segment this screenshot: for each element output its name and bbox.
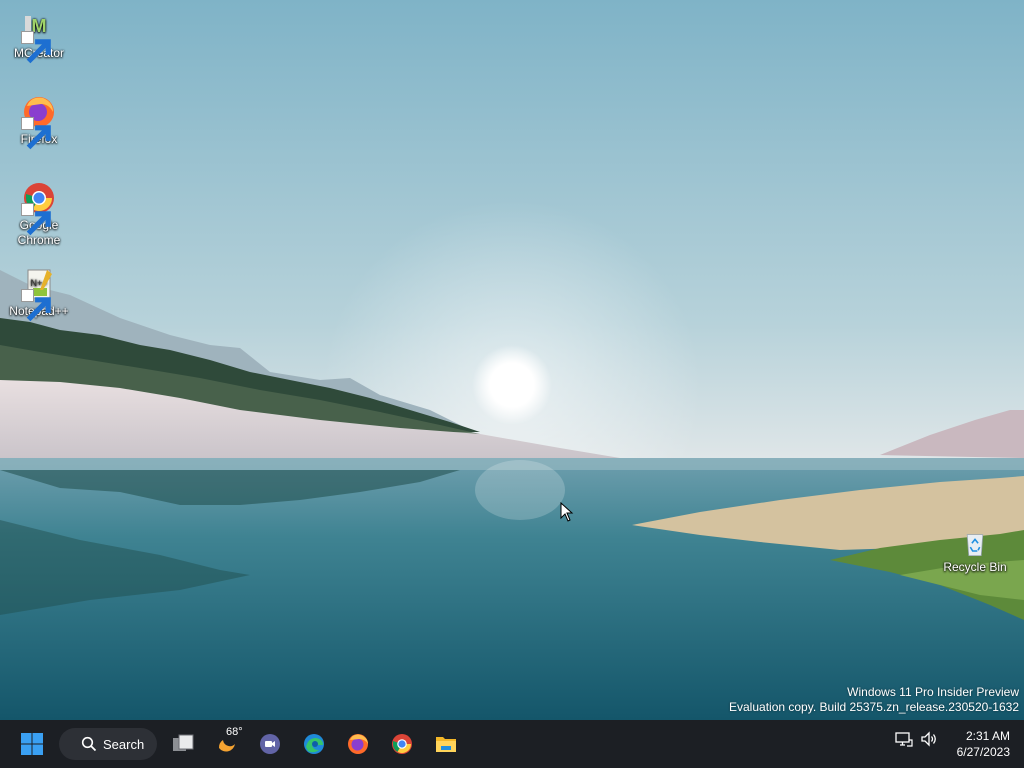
tray-volume-button[interactable]	[920, 730, 938, 753]
shortcut-arrow-icon	[21, 289, 51, 322]
search-box[interactable]: Search	[59, 728, 157, 760]
tray-network-button[interactable]	[895, 730, 913, 753]
network-icon	[895, 732, 913, 747]
start-icon	[21, 733, 43, 755]
search-label: Search	[103, 736, 145, 752]
desktop-icon-notepadplusplus[interactable]: N++ Notepad++	[1, 266, 77, 322]
taskbar-clock[interactable]: 2:31 AM 6/27/2023	[957, 728, 1010, 760]
watermark-line-2: Evaluation copy. Build 25375.zn_release.…	[729, 700, 1019, 714]
file-explorer-button[interactable]	[426, 724, 466, 764]
desktop-icon-firefox[interactable]: Firefox	[1, 94, 77, 150]
desktop-icon-label: Recycle Bin	[943, 560, 1007, 574]
mouse-pointer-icon	[560, 502, 574, 522]
desktop-icon-mcreator[interactable]: M MCreator	[1, 8, 77, 64]
desktop-icon-chrome[interactable]: Google Chrome	[1, 180, 77, 248]
task-view-icon	[173, 734, 194, 751]
evaluation-watermark: Windows 11 Pro Insider Preview Evaluatio…	[729, 685, 1019, 715]
shortcut-arrow-icon	[21, 117, 51, 150]
chrome-icon	[392, 734, 412, 754]
task-view-button[interactable]	[163, 724, 203, 764]
start-button[interactable]	[12, 724, 52, 764]
volume-icon	[921, 731, 936, 747]
teams-chat-button[interactable]	[250, 724, 290, 764]
shortcut-arrow-icon	[21, 31, 51, 64]
firefox-taskbar-button[interactable]	[338, 724, 378, 764]
edge-icon	[304, 734, 324, 754]
recycle-bin-icon	[966, 534, 984, 557]
firefox-icon	[348, 734, 368, 754]
desktop-icon-recycle-bin[interactable]: Recycle Bin	[937, 530, 1013, 575]
edge-button[interactable]	[294, 724, 334, 764]
chrome-taskbar-button[interactable]	[382, 724, 422, 764]
file-explorer-icon	[436, 737, 456, 752]
desktop[interactable]: M MCreator Firefox Google Chrome N++ Not…	[0, 0, 1024, 720]
weather-temperature: 68°	[226, 726, 243, 738]
watermark-line-1: Windows 11 Pro Insider Preview	[847, 685, 1019, 699]
shortcut-arrow-icon	[21, 203, 51, 236]
search-icon	[81, 736, 97, 752]
clock-time: 2:31 AM	[965, 729, 1010, 743]
wallpaper	[0, 0, 1024, 720]
clock-date: 6/27/2023	[956, 745, 1010, 759]
taskbar: Search 68° 2:31 AM 6/27/2023	[0, 720, 1024, 768]
teams-chat-icon	[260, 734, 280, 754]
